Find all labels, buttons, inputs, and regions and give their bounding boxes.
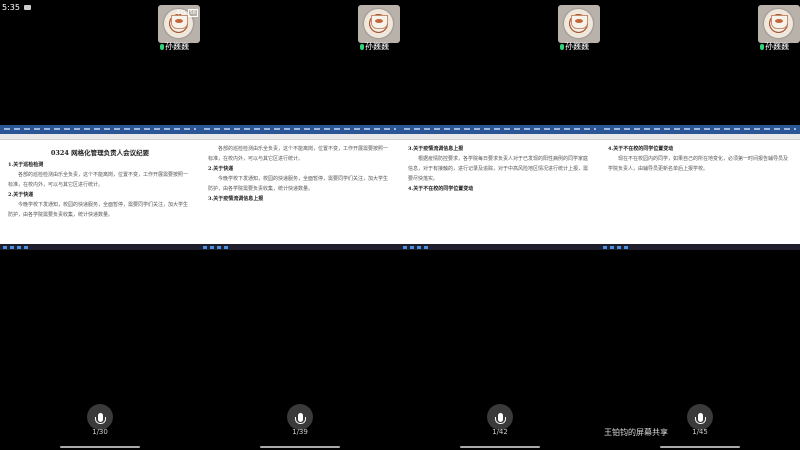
screen-frame-3: 孙巍巍 3.关于疫情流调信息上报 根据疫情防控要求，各学院每日要求负责人对于已发… xyxy=(400,0,600,450)
section-text: 各部的巡检检测由乐全负责，这个不能离岗，位置不变，工作开展需要按照一标准，在校内… xyxy=(208,146,389,162)
avatar xyxy=(358,5,400,43)
mic-button[interactable] xyxy=(287,404,313,430)
participant-tile[interactable]: 4G 58 孙巍巍 xyxy=(158,5,200,53)
participant-name: 孙巍巍 xyxy=(160,41,189,52)
shared-document: 各部的巡检检测由乐全负责，这个不能离岗，位置不变，工作开展需要按照一标准，在校内… xyxy=(200,125,400,250)
mic-active-icon xyxy=(160,43,164,50)
section-text: 各部的巡检检测由乐全负责，这个不能离岗，位置不变，工作开展需要按照一标准，在校内… xyxy=(8,172,189,188)
taskbar xyxy=(400,244,600,250)
participant-tile[interactable]: 孙巍巍 xyxy=(358,5,400,53)
screen-frame-1: 5:35 4G 58 孙巍巍 0324 网格化管理负责人会议纪要 1.关于巡检检… xyxy=(0,0,200,450)
page-counter: 1/39 xyxy=(292,428,308,436)
screen-share-label: 王铂钧的屏幕共享 xyxy=(604,428,668,437)
mic-button[interactable] xyxy=(87,404,113,430)
status-time: 5:35 xyxy=(2,3,20,12)
section-text: 现在不在校园内的同学，如果自己的所在地变化，必须第一时间报告辅导员及学院负责人，… xyxy=(608,156,789,172)
participant-tile[interactable]: 孙巍巍 xyxy=(758,5,800,53)
section-heading: 4.关于不在校的同学位置变动 xyxy=(408,186,474,192)
mic-active-icon xyxy=(560,43,564,50)
notification-icon xyxy=(23,5,31,10)
section-heading: 3.关于疫情流调信息上报 xyxy=(408,146,464,152)
document-title: 0324 网格化管理负责人会议纪要 xyxy=(50,149,150,157)
avatar: 4G 58 xyxy=(158,5,200,43)
section-text: 今晚学校下发通知，校园的快递服务，全面暂停，需要同学们关注，加大学生防护，由各学… xyxy=(8,202,189,218)
mic-icon xyxy=(94,412,106,424)
mic-icon xyxy=(694,412,706,424)
mic-button[interactable] xyxy=(487,404,513,430)
word-ribbon xyxy=(200,125,400,134)
mic-button[interactable] xyxy=(687,404,713,430)
section-heading: 2.关于快递 xyxy=(8,192,34,198)
taskbar xyxy=(200,244,400,250)
mic-icon xyxy=(294,412,306,424)
word-ribbon xyxy=(0,125,200,134)
mic-active-icon xyxy=(760,43,764,50)
avatar xyxy=(758,5,800,43)
home-indicator xyxy=(60,446,140,448)
page-counter: 1/42 xyxy=(492,428,508,436)
shared-document: 0324 网格化管理负责人会议纪要 1.关于巡检检测 各部的巡检检测由乐全负责，… xyxy=(0,125,200,250)
battery-icon: 58 xyxy=(187,9,198,17)
mic-active-icon xyxy=(360,43,364,50)
shared-document: 4.关于不在校的同学位置变动 现在不在校园内的同学，如果自己的所在地变化，必须第… xyxy=(600,125,800,250)
word-ribbon xyxy=(600,125,800,134)
home-indicator xyxy=(460,446,540,448)
page-counter: 1/30 xyxy=(92,428,108,436)
status-bar: 5:35 xyxy=(2,3,31,12)
word-ribbon xyxy=(400,125,600,134)
participant-tile[interactable]: 孙巍巍 xyxy=(558,5,600,53)
section-heading: 3.关于疫情流调信息上报 xyxy=(208,196,264,202)
home-indicator xyxy=(260,446,340,448)
section-heading: 2.关于快递 xyxy=(208,166,234,172)
home-indicator xyxy=(660,446,740,448)
participant-name: 孙巍巍 xyxy=(360,41,389,52)
screen-frame-4: 孙巍巍 4.关于不在校的同学位置变动 现在不在校园内的同学，如果自己的所在地变化… xyxy=(600,0,800,450)
avatar xyxy=(558,5,600,43)
section-heading: 1.关于巡检检测 xyxy=(8,162,44,168)
section-text: 今晚学校下发通知，校园的快递服务，全面暂停，需要同学们关注，加大学生防护，由各学… xyxy=(208,176,389,192)
shared-document: 3.关于疫情流调信息上报 根据疫情防控要求，各学院每日要求负责人对于已发现的阳性… xyxy=(400,125,600,250)
signal-label: 4G xyxy=(175,9,186,17)
section-heading: 4.关于不在校的同学位置变动 xyxy=(608,146,674,152)
mic-icon xyxy=(494,412,506,424)
taskbar xyxy=(0,244,200,250)
section-text: 根据疫情防控要求，各学院每日要求负责人对于已发现的阳性病例的同学家庭信息，对于有… xyxy=(408,156,589,182)
avatar-status: 4G 58 xyxy=(176,9,198,17)
participant-name: 孙巍巍 xyxy=(760,41,789,52)
taskbar xyxy=(600,244,800,250)
screen-frame-2: 孙巍巍 各部的巡检检测由乐全负责，这个不能离岗，位置不变，工作开展需要按照一标准… xyxy=(200,0,400,450)
participant-name: 孙巍巍 xyxy=(560,41,589,52)
